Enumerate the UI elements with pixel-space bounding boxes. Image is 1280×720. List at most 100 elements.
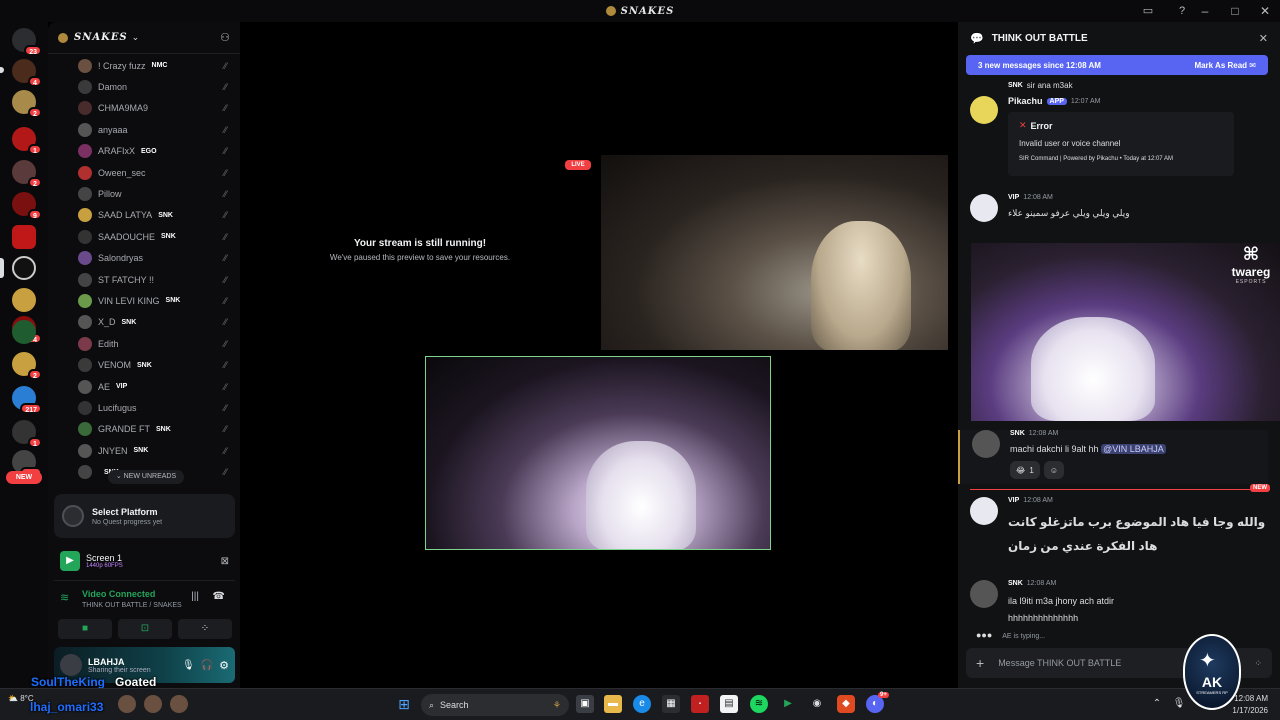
avatar[interactable] bbox=[970, 580, 998, 608]
close-window-button[interactable]: ✕ bbox=[1250, 4, 1280, 18]
reply-preview[interactable]: SNK sir ana m3ak bbox=[970, 81, 1270, 95]
help-icon[interactable]: ? bbox=[1174, 3, 1190, 19]
voice-member[interactable]: ST FATCHY !! ⁄⁄ bbox=[78, 269, 233, 290]
voice-member[interactable]: anyaaa ⁄⁄ bbox=[78, 119, 233, 140]
inbox-icon[interactable]: ▭ bbox=[1140, 3, 1156, 19]
server-header[interactable]: SNAKES ⌄ ⚇ bbox=[48, 22, 240, 54]
avatar[interactable] bbox=[970, 497, 998, 525]
new-unreads-button[interactable]: ⌄ NEW UNREADS bbox=[108, 470, 184, 484]
voice-member[interactable]: VIN LEVI KING SNK ⁄⁄ bbox=[78, 290, 233, 311]
voice-member[interactable]: SAADOUCHE SNK ⁄⁄ bbox=[78, 226, 233, 247]
app-icon[interactable]: ▪ bbox=[691, 695, 709, 713]
voice-member[interactable]: X_D SNK ⁄⁄ bbox=[78, 312, 233, 333]
server-icon[interactable] bbox=[12, 320, 36, 344]
voice-member[interactable]: VENOM SNK ⁄⁄ bbox=[78, 355, 233, 376]
apps-icon[interactable]: ⁘ bbox=[1254, 658, 1262, 669]
server-icon[interactable] bbox=[12, 225, 36, 249]
notepad-icon[interactable]: ▤ bbox=[720, 695, 738, 713]
server-icon-snakes[interactable] bbox=[12, 256, 36, 280]
member-name: SAADOUCHE bbox=[98, 231, 156, 242]
screen-share-button[interactable]: ⊡ bbox=[118, 619, 172, 639]
server-icon[interactable]: 2 bbox=[12, 160, 42, 188]
avatar bbox=[78, 272, 92, 287]
edge-icon[interactable]: e bbox=[633, 695, 651, 713]
new-messages-bar[interactable]: 3 new messages since 12:08 AM Mark As Re… bbox=[966, 55, 1268, 75]
task-view-icon[interactable]: ▣ bbox=[576, 695, 594, 713]
activities-button[interactable]: ⁘ bbox=[178, 619, 232, 639]
windows-start-icon[interactable]: ⊞ bbox=[395, 695, 413, 713]
maximize-button[interactable]: □ bbox=[1220, 4, 1250, 18]
voice-member[interactable]: ARAFIxX EGO ⁄⁄ bbox=[78, 141, 233, 162]
server-icon[interactable]: 2 bbox=[12, 352, 42, 380]
quest-card[interactable]: Select Platform No Quest progress yet bbox=[54, 494, 235, 538]
minimize-button[interactable]: – bbox=[1190, 4, 1220, 18]
deafened-icon: ⁄⁄ bbox=[223, 124, 227, 135]
stop-stream-icon[interactable]: ⊠ bbox=[221, 556, 229, 567]
microphone-icon[interactable]: 🎙 bbox=[182, 660, 195, 671]
new-unreads-pill[interactable]: NEW bbox=[6, 471, 42, 484]
tray-chevron-icon[interactable]: ⌃ bbox=[1148, 695, 1166, 713]
voice-status[interactable]: Video Connected bbox=[82, 589, 155, 599]
headphones-icon[interactable]: 🎧 bbox=[201, 660, 213, 671]
avatar bbox=[78, 315, 92, 330]
avatar[interactable] bbox=[972, 430, 1000, 458]
tray-mic-icon[interactable]: 🎙 bbox=[1170, 695, 1188, 713]
camera-button[interactable]: ■ bbox=[58, 619, 112, 639]
taskbar-search[interactable]: ⌕ Search ⚘ bbox=[421, 694, 569, 716]
game-icon[interactable]: ▶ bbox=[779, 695, 797, 713]
direct-messages-icon[interactable]: 23 bbox=[12, 28, 42, 56]
voice-member[interactable]: Pillow ⁄⁄ bbox=[78, 183, 233, 204]
webcam-video-tile[interactable] bbox=[601, 155, 948, 350]
close-icon[interactable]: ✕ bbox=[1259, 32, 1268, 45]
screen-share-row[interactable]: ▶ Screen 1 1440p 60FPS ⊠ bbox=[54, 546, 235, 576]
screen-quality: 1440p 60FPS bbox=[86, 563, 123, 569]
message-vip: VIP 12:08 AM ويلي ويلي ويلي عرفو سمينو ع… bbox=[970, 194, 1270, 228]
server-icon[interactable]: 1 bbox=[12, 420, 42, 448]
voice-member[interactable]: Salondryas ⁄⁄ bbox=[78, 248, 233, 269]
message-input[interactable]: Message THINK OUT BATTLE bbox=[998, 658, 1121, 668]
search-label: Search bbox=[440, 700, 469, 710]
add-reaction-button[interactable]: ☺ bbox=[1043, 461, 1064, 479]
store-icon[interactable]: ▦ bbox=[662, 695, 680, 713]
user-mention[interactable]: @VIN LBAHJA bbox=[1101, 444, 1166, 454]
plus-icon[interactable]: + bbox=[976, 655, 984, 671]
server-icon[interactable] bbox=[12, 288, 36, 312]
voice-member[interactable]: Oween_sec ⁄⁄ bbox=[78, 162, 233, 183]
voice-member[interactable]: CHMA9MA9 ⁄⁄ bbox=[78, 98, 233, 119]
voice-channel[interactable]: THINK OUT BATTLE / SNAKES bbox=[82, 602, 182, 609]
stream-stage: Your stream is still running! We've paus… bbox=[240, 22, 956, 688]
avatar[interactable] bbox=[970, 194, 998, 222]
new-messages-divider: NEW bbox=[970, 484, 1270, 492]
server-icon[interactable]: 1 bbox=[12, 127, 42, 155]
reply-text: sir ana m3ak bbox=[1026, 81, 1073, 90]
disconnect-icon[interactable]: ☎ bbox=[213, 591, 225, 602]
voice-member[interactable]: Damon ⁄⁄ bbox=[78, 76, 233, 97]
screen-share-video-tile[interactable] bbox=[425, 356, 771, 550]
reaction-laugh[interactable]: 😂 1 bbox=[1010, 461, 1040, 479]
voice-member[interactable]: Edith ⁄⁄ bbox=[78, 333, 233, 354]
chat-header: 💬 THINK OUT BATTLE ✕ bbox=[958, 22, 1280, 54]
voice-member[interactable]: ! Crazy fuzz NMC ⁄⁄ bbox=[78, 55, 233, 76]
deafened-icon: ⁄⁄ bbox=[223, 381, 227, 392]
voice-member[interactable]: SAAD LATYA SNK ⁄⁄ bbox=[78, 205, 233, 226]
noise-suppression-icon[interactable]: ||| bbox=[191, 591, 199, 602]
brave-icon[interactable]: ◆ bbox=[837, 695, 855, 713]
server-icon[interactable]: 4 bbox=[12, 59, 42, 87]
add-member-icon[interactable]: ⚇ bbox=[220, 31, 230, 44]
avatar[interactable] bbox=[60, 654, 82, 676]
voice-member[interactable]: AE VIP ⁄⁄ bbox=[78, 376, 233, 397]
voice-member[interactable]: JNYEN SNK ⁄⁄ bbox=[78, 440, 233, 461]
server-icon[interactable]: 217 bbox=[12, 386, 42, 414]
message-author[interactable]: Pikachu bbox=[1008, 96, 1043, 106]
voice-member[interactable]: Lucifugus ⁄⁄ bbox=[78, 397, 233, 418]
system-clock[interactable]: 12:08 AM 1/17/2026 bbox=[1232, 693, 1268, 717]
settings-gear-icon[interactable]: ⚙ bbox=[219, 659, 229, 672]
server-icon[interactable]: 2 bbox=[12, 90, 42, 118]
mark-as-read-button[interactable]: Mark As Read ✉ bbox=[1194, 61, 1256, 70]
server-icon[interactable]: 9 bbox=[12, 192, 42, 220]
avatar[interactable] bbox=[970, 96, 998, 124]
spotify-icon[interactable]: ≋ bbox=[750, 695, 768, 713]
file-explorer-icon[interactable]: ▬ bbox=[604, 695, 622, 713]
voice-member[interactable]: GRANDE FT SNK ⁄⁄ bbox=[78, 419, 233, 440]
obs-icon[interactable]: ◉ bbox=[808, 695, 826, 713]
